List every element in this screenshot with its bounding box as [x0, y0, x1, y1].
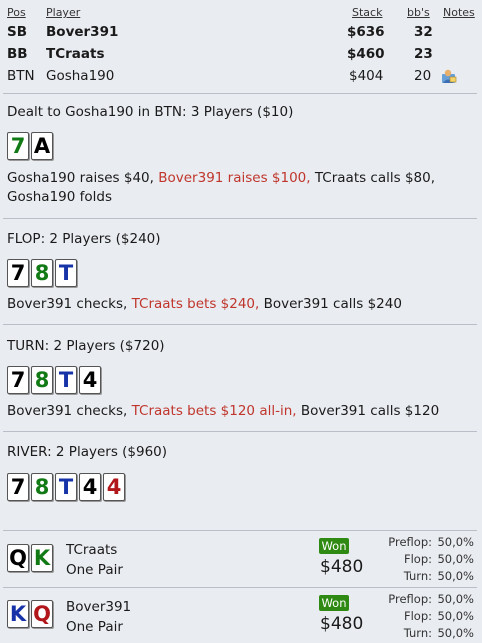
- col-bbs-header[interactable]: bb's: [407, 6, 430, 19]
- player-pos: BTN: [7, 68, 35, 84]
- equity-value: 50,0%: [437, 592, 474, 606]
- showdown-player-name: TCraats: [66, 542, 118, 558]
- player-name: Gosha190: [46, 68, 115, 84]
- river-cards: 7 8 T 4 4: [7, 473, 125, 501]
- card: 4: [79, 473, 101, 501]
- card: T: [55, 366, 77, 394]
- card: 7: [7, 366, 29, 394]
- card: 8: [31, 473, 53, 501]
- card: 4: [103, 473, 125, 501]
- won-badge: Won: [319, 595, 349, 611]
- hero-cards: 7 A: [7, 132, 53, 160]
- showdown-player-name: Bover391: [66, 599, 132, 615]
- showdown-hand: One Pair: [66, 562, 123, 578]
- showdown-cards: Q K: [7, 544, 53, 572]
- player-name: Bover391: [46, 24, 119, 40]
- preflop-title: Dealt to Gosha190 in BTN: 3 Players ($10…: [7, 104, 294, 120]
- col-stack-header[interactable]: Stack: [352, 6, 382, 19]
- player-row[interactable]: SB Bover391 $636 32: [0, 24, 482, 43]
- flop-actions: Bover391 checks, TCraats bets $240, Bove…: [7, 296, 402, 312]
- equity-label: Turn:: [403, 569, 432, 583]
- equity-value: 50,0%: [437, 535, 474, 549]
- player-pos: BB: [7, 46, 28, 62]
- card: T: [55, 259, 77, 287]
- divider: [3, 587, 477, 588]
- flop-cards: 7 8 T: [7, 259, 77, 287]
- players-table-header: Pos Player Stack bb's Notes: [0, 6, 482, 20]
- player-bbs: 32: [414, 24, 433, 40]
- showdown-hand: One Pair: [66, 619, 123, 635]
- card: K: [31, 544, 53, 572]
- flop-title: FLOP: 2 Players ($240): [7, 231, 161, 247]
- card: Q: [31, 600, 53, 628]
- equity-label: Preflop:: [388, 535, 432, 549]
- player-bbs: 20: [414, 68, 432, 84]
- showdown-cards: K Q: [7, 600, 53, 628]
- divider: [3, 530, 477, 531]
- divider: [3, 324, 477, 325]
- divider: [3, 218, 477, 219]
- turn-title: TURN: 2 Players ($720): [7, 338, 165, 354]
- card: T: [55, 473, 77, 501]
- col-notes-header[interactable]: Notes: [443, 6, 475, 19]
- card: A: [31, 132, 53, 160]
- river-title: RIVER: 2 Players ($960): [7, 444, 168, 460]
- player-bbs: 23: [414, 46, 433, 62]
- player-row[interactable]: BB TCraats $460 23: [0, 46, 482, 65]
- equity-label: Flop:: [403, 609, 432, 623]
- card: 7: [7, 132, 29, 160]
- divider: [3, 431, 477, 432]
- player-pos: SB: [7, 24, 28, 40]
- turn-actions: Bover391 checks, TCraats bets $120 all-i…: [7, 403, 440, 419]
- card: 8: [31, 366, 53, 394]
- card: 4: [79, 366, 101, 394]
- note-person-icon[interactable]: [441, 68, 457, 84]
- won-amount: $480: [320, 614, 364, 634]
- card: 7: [7, 259, 29, 287]
- card: K: [7, 600, 29, 628]
- player-row[interactable]: BTN Gosha190 $404 20: [0, 68, 482, 87]
- card: Q: [7, 544, 29, 572]
- equity-label: Flop:: [403, 552, 432, 566]
- equity-value: 50,0%: [437, 626, 474, 640]
- equity-label: Preflop:: [388, 592, 432, 606]
- player-stack: $460: [347, 46, 385, 62]
- player-stack: $636: [347, 24, 385, 40]
- equity-value: 50,0%: [437, 569, 474, 583]
- equity-label: Turn:: [403, 626, 432, 640]
- player-name: TCraats: [46, 46, 105, 62]
- col-pos-header[interactable]: Pos: [7, 6, 26, 19]
- col-player-header[interactable]: Player: [46, 6, 80, 19]
- won-amount: $480: [320, 557, 364, 577]
- player-stack: $404: [349, 68, 384, 84]
- card: 8: [31, 259, 53, 287]
- preflop-actions: Gosha190 raises $40, Bover391 raises $10…: [7, 170, 436, 205]
- equity-value: 50,0%: [437, 552, 474, 566]
- divider: [3, 93, 477, 94]
- card: 7: [7, 473, 29, 501]
- won-badge: Won: [319, 538, 349, 554]
- equity-value: 50,0%: [437, 609, 474, 623]
- turn-cards: 7 8 T 4: [7, 366, 101, 394]
